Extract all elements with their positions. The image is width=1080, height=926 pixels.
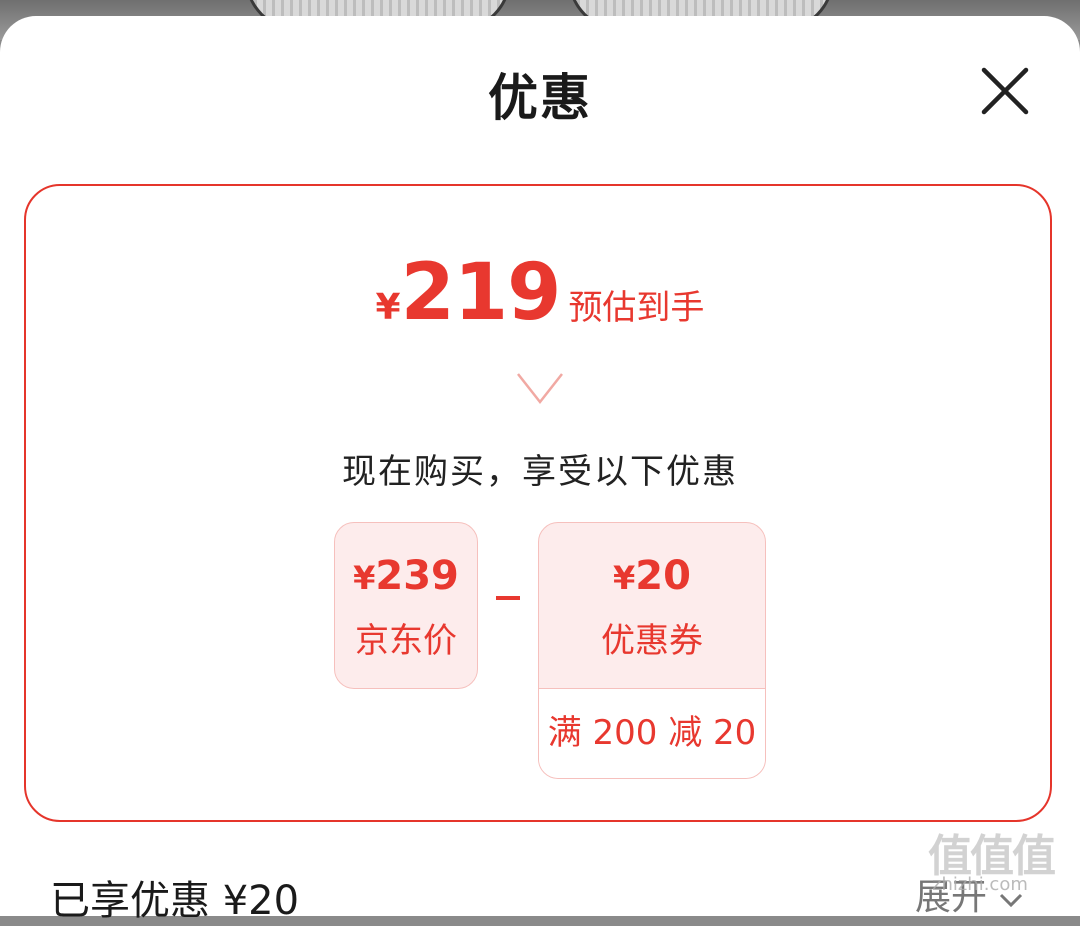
minus-operator (496, 596, 520, 600)
estimated-price-currency: ¥ (375, 287, 401, 328)
estimated-price-label: 预估到手 (568, 288, 705, 328)
watermark-url: zhizhi.com (932, 874, 1028, 895)
enjoyed-discount-label: 已享优惠 ¥20 (50, 878, 300, 924)
coupon-rule: 满 200 减 20 (539, 689, 765, 778)
jd-price-value: 239 (375, 553, 459, 599)
close-icon[interactable] (976, 62, 1034, 120)
coupon-box-top: ¥20 优惠券 (539, 523, 765, 689)
coupon-currency: ¥ (613, 559, 636, 597)
coupon-box: ¥20 优惠券 满 200 减 20 (538, 522, 766, 779)
coupon-label: 优惠券 (601, 621, 703, 661)
price-divider (56, 372, 1024, 405)
coupon-value: 20 (635, 553, 691, 599)
discount-sheet: 优惠 ¥219 预估到手 现在购买，享受以下优惠 ¥239 京东价 ¥20 优惠… (0, 16, 1080, 924)
jd-price-currency: ¥ (353, 559, 376, 597)
coupon-amount: ¥20 (539, 523, 765, 599)
estimated-price-value: 219 (400, 248, 562, 338)
purchase-hint: 现在购买，享受以下优惠 (342, 452, 738, 492)
watermark: 值值值 zhizhi.com (928, 820, 1078, 900)
jd-price-amount: ¥239 (335, 553, 477, 599)
jd-price-box: ¥239 京东价 (334, 522, 478, 689)
estimated-price: ¥219 预估到手 (26, 248, 1054, 338)
sheet-title: 优惠 (488, 69, 592, 127)
discount-summary-card: ¥219 预估到手 现在购买，享受以下优惠 ¥239 京东价 ¥20 优惠券 满… (24, 184, 1052, 822)
jd-price-label: 京东价 (355, 621, 457, 661)
